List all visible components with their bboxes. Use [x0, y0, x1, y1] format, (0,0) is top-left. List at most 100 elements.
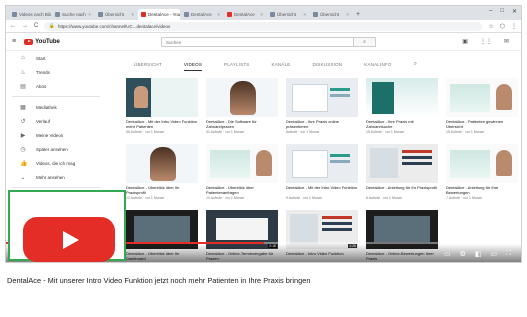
url-field[interactable]: 🔒 https://www.youtube.com/channel/UC...d… — [44, 21, 483, 31]
youtube-logo[interactable]: YouTube — [24, 38, 60, 45]
tab-close-icon[interactable]: × — [260, 12, 263, 17]
browser-tab[interactable]: DentalAce - You× — [138, 9, 180, 20]
video-thumbnail[interactable] — [126, 78, 198, 117]
back-icon[interactable]: ← — [10, 23, 16, 29]
channel-tab[interactable]: KANÄLE — [272, 62, 291, 71]
youtube-header: ≡ YouTube ⌕ ▣ ⋮⋮ ✉ — [6, 33, 521, 51]
menu-dots-icon[interactable]: ⋮ — [511, 23, 517, 30]
video-thumbnail[interactable] — [366, 78, 438, 117]
extension-icon[interactable]: ⬡ — [500, 23, 505, 30]
new-tab-button[interactable]: + — [356, 9, 360, 20]
star-icon[interactable]: ☆ — [488, 23, 493, 30]
video-thumbnail[interactable] — [286, 78, 358, 117]
notifications-icon[interactable]: ✉ — [504, 38, 509, 45]
video-thumbnail[interactable] — [446, 144, 518, 183]
browser-tab[interactable]: Übersicht × — [95, 9, 137, 20]
sidebar-item[interactable]: ⌂ Start — [6, 51, 106, 65]
sidebar-item[interactable]: ▤ Abos — [6, 79, 106, 93]
tab-strip: Videos nach Bild×Suche nach× Übersicht × De… — [6, 6, 521, 20]
video-card[interactable]: DentalAce - Anleitung für Ihr Praxisprof… — [366, 144, 438, 210]
video-meta: 7 Aufrufe · vor 1 Monat — [446, 196, 482, 200]
tab-label: DentalAce — [234, 12, 255, 17]
tab-close-icon[interactable]: × — [131, 12, 134, 17]
video-title[interactable]: DentalAce - Mit der Intro Video Funktion… — [126, 119, 198, 129]
video-title[interactable]: DentalAce - Mit der Intro Video Funktion — [286, 185, 358, 195]
reload-icon[interactable]: C — [34, 23, 38, 29]
video-thumbnail[interactable] — [206, 144, 278, 183]
browser-tab[interactable]: DentalAce × — [181, 9, 223, 20]
miniplayer-icon[interactable]: ◧ — [475, 250, 482, 258]
sidebar-item[interactable]: ♨ Trends — [6, 65, 106, 79]
video-thumbnail[interactable] — [446, 78, 518, 117]
sidebar-item[interactable]: ▶ Meine Videos — [6, 128, 106, 142]
browser-actions: ☆ ⬡ ⋮ — [488, 23, 517, 30]
video-card[interactable]: DentalAce - Überblick über Ihr Praxispro… — [126, 144, 198, 210]
tab-favicon-icon — [227, 12, 232, 17]
video-row: DentalAce - Überblick über Ihr Praxispro… — [126, 144, 518, 210]
forward-icon[interactable]: → — [22, 23, 28, 29]
video-card[interactable]: DentalAce - Mit der Intro Video Funktion… — [126, 78, 198, 144]
tab-close-icon[interactable]: × — [346, 12, 349, 17]
minimize-icon[interactable]: – — [489, 8, 492, 15]
channel-tab[interactable]: VIDEOS — [183, 62, 203, 71]
video-card[interactable]: DentalAce - Anleitung für Ihre Bewertung… — [446, 144, 518, 210]
tab-close-icon[interactable]: × — [88, 12, 91, 17]
video-meta: 15 Aufrufe · vor 1 Monat — [446, 130, 484, 134]
channel-tab[interactable]: PLAYLISTS — [224, 62, 249, 71]
hamburger-menu-icon[interactable]: ≡ — [12, 38, 16, 45]
channel-tab[interactable]: KANALINFO — [364, 62, 391, 71]
video-thumbnail[interactable] — [366, 144, 438, 183]
video-title[interactable]: DentalAce - Patienten gewinnen Übersicht — [446, 119, 518, 129]
video-meta: 3 Aufrufe · vor 1 Monat — [366, 262, 438, 263]
channel-tab[interactable]: DISKUSSION — [312, 62, 342, 71]
search-icon[interactable]: ⌕ — [353, 38, 375, 46]
search-input[interactable] — [162, 38, 353, 46]
library-icon: ▦ — [20, 104, 26, 111]
tab-favicon-icon — [98, 12, 103, 17]
browser-tab[interactable]: DentalAce × — [224, 9, 266, 20]
video-title[interactable]: DentalAce - Die Software für Zahnarztpra… — [206, 119, 278, 129]
video-card[interactable]: DentalAce - Ihre Praxis mit Zahnarztsuch… — [366, 78, 438, 144]
channel-tabs: ÜBERSICHT VIDEOS PLAYLISTS KANÄLE DISKUSSION… — [134, 61, 417, 71]
my-videos-icon: ▶ — [20, 132, 26, 139]
tab-close-icon[interactable]: × — [303, 12, 306, 17]
maximize-icon[interactable]: □ — [500, 8, 504, 15]
tab-favicon-icon — [12, 12, 17, 17]
video-title[interactable]: DentalAce - Überblick über Patientenanfr… — [206, 185, 278, 195]
tab-close-icon[interactable]: × — [217, 12, 220, 17]
video-card[interactable]: DentalAce - Mit der Intro Video Funktion… — [286, 144, 358, 210]
youtube-badge — [8, 190, 126, 262]
video-title[interactable]: DentalAce - Ihre Praxis mit Zahnarztsuch… — [366, 119, 438, 129]
apps-icon[interactable]: ⋮⋮ — [480, 38, 492, 45]
channel-search-icon[interactable]: ⌕ — [414, 61, 417, 71]
sidebar-item[interactable]: ⌄ Mehr ansehen — [6, 170, 106, 184]
sidebar-item[interactable]: ▦ Mediathek — [6, 100, 106, 114]
subtitles-icon[interactable]: ▭ — [444, 250, 451, 258]
tab-label: Übersicht — [105, 12, 125, 17]
video-title[interactable]: DentalAce - Ihre Praxis online präsentie… — [286, 119, 358, 129]
settings-icon[interactable]: ⚙ — [460, 250, 466, 258]
upload-icon[interactable]: ▣ — [462, 38, 468, 45]
theater-icon[interactable]: ▭ — [490, 250, 497, 258]
video-card[interactable]: DentalAce - Die Software für Zahnarztpra… — [206, 78, 278, 144]
tab-label: Übersicht — [320, 12, 340, 17]
browser-tab[interactable]: Übersicht × — [267, 9, 309, 20]
sidebar-item[interactable]: ↺ Verlauf — [6, 114, 106, 128]
browser-tab[interactable]: Suche nach × — [52, 9, 94, 20]
sidebar-item[interactable]: 👍 Videos, die ich mag — [6, 156, 106, 170]
video-card[interactable]: DentalAce - Patienten gewinnen Übersicht… — [446, 78, 518, 144]
video-card[interactable]: DentalAce - Überblick über Patientenanfr… — [206, 144, 278, 210]
video-thumbnail[interactable] — [206, 78, 278, 117]
video-title[interactable]: DentalAce - Überblick über Ihr Praxispro… — [126, 185, 198, 195]
browser-tab[interactable]: Videos nach Bild× — [9, 9, 51, 20]
video-card[interactable]: DentalAce - Ihre Praxis online präsentie… — [286, 78, 358, 144]
channel-tab[interactable]: ÜBERSICHT — [134, 62, 162, 71]
video-thumbnail[interactable] — [286, 144, 358, 183]
video-thumbnail[interactable] — [126, 144, 198, 183]
video-title[interactable]: DentalAce - Anleitung für Ihr Praxisprof… — [366, 185, 438, 195]
sidebar-item[interactable]: ◷ Später ansehen — [6, 142, 106, 156]
fullscreen-icon[interactable]: ⛶ — [506, 250, 511, 258]
video-title[interactable]: DentalAce - Anleitung für Ihre Bewertung… — [446, 185, 518, 195]
close-icon[interactable]: ✕ — [512, 8, 517, 15]
browser-tab[interactable]: Übersicht × — [310, 9, 352, 20]
